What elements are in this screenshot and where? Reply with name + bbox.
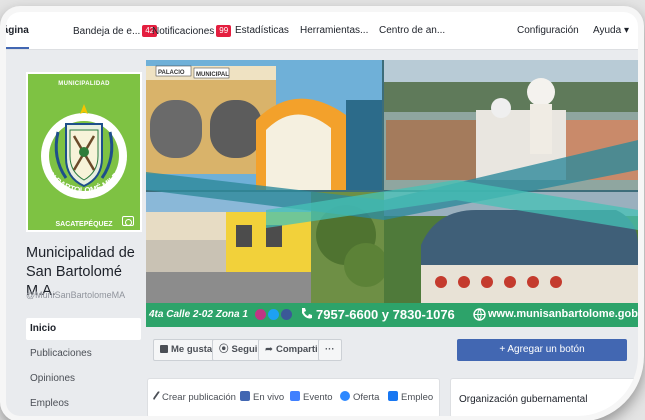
cover-photo[interactable]: PALACIO MUNICIPAL 4ta Calle 2-02 Zona 1 … [146,60,638,327]
municipal-seal-logo: SAN BARTOLOMÉ MILPAS ALTAS [28,74,129,199]
tab-page[interactable]: Página [6,25,29,49]
tab-offer[interactable]: Oferta [340,391,379,403]
tab-event[interactable]: Evento [290,391,333,403]
tab-inbox[interactable]: Bandeja de e... 42 [73,25,158,37]
palacio-sign-text: PALACIO [158,70,185,76]
globe-icon [473,308,486,324]
tab-create-post[interactable]: Crear publicación [152,390,236,403]
sidebar-item-posts[interactable]: Publicaciones [26,343,141,365]
phone-icon [300,307,313,324]
camera-icon[interactable] [122,216,134,226]
cover-collage: PALACIO MUNICIPAL [146,60,638,303]
page-top-nav: Página Bandeja de e...42 Notificaciones9… [6,12,638,50]
address-text: 4ta Calle 2-02 Zona 1 [149,309,248,320]
live-video-icon [240,391,250,401]
more-options-button[interactable]: ··· [318,339,342,361]
share-icon: ➦ [265,344,273,355]
sidebar-item-home[interactable]: Inicio [26,318,141,340]
facebook-icon [281,309,292,320]
calendar-icon [290,391,300,401]
rss-icon: ⦿ [219,344,229,355]
tab-notifications[interactable]: Notificaciones 99 [152,25,232,37]
tab-ad-center[interactable]: Centro de an... [379,25,445,36]
twitter-icon [268,309,279,320]
tab-live[interactable]: En vivo [240,391,284,403]
sidebar-item-reviews[interactable]: Opiniones [26,368,141,390]
municipal-sign-text: MUNICIPAL [196,72,229,78]
briefcase-icon [388,391,398,401]
phone-numbers: 7957-6600 y 7830-1076 [316,307,455,322]
tag-icon [340,391,350,401]
pencil-icon [152,390,162,402]
profile-picture[interactable]: MUNICIPALIDAD SAN BARTOLOMÉ MILPAS ALTAS… [26,72,142,232]
add-button[interactable]: + Agregar un botón [457,339,627,361]
settings-link[interactable]: Configuración [517,25,579,36]
browser-viewport: Página Bandeja de e...42 Notificaciones9… [6,12,638,416]
tab-publishing-tools[interactable]: Herramientas... [300,25,368,36]
website-text: www.munisanbartolome.gob.gt [488,308,638,320]
contact-banner: 4ta Calle 2-02 Zona 1 7957-6600 y 7830-1… [146,303,638,327]
notifications-count-badge: 99 [216,25,232,37]
page-action-bar: Me gusta ⦿ Seguir ➦ Compartir ··· + Agrega… [146,333,638,365]
instagram-icon [255,309,266,320]
page-username[interactable]: @MuniSanBartolomeMA [26,290,125,300]
sidebar-item-jobs[interactable]: Empleos [26,393,141,415]
like-button[interactable]: Me gusta [153,339,220,361]
page-category-card: Organización gubernamental [450,378,638,416]
tab-job[interactable]: Empleo [388,391,433,403]
help-menu[interactable]: Ayuda ▾ [593,25,629,36]
tab-insights[interactable]: Estadísticas [235,25,289,36]
post-composer: Crear publicación En vivo Evento Oferta … [147,378,440,416]
page-category[interactable]: Organización gubernamental [459,394,587,405]
thumbs-up-icon [160,345,168,353]
